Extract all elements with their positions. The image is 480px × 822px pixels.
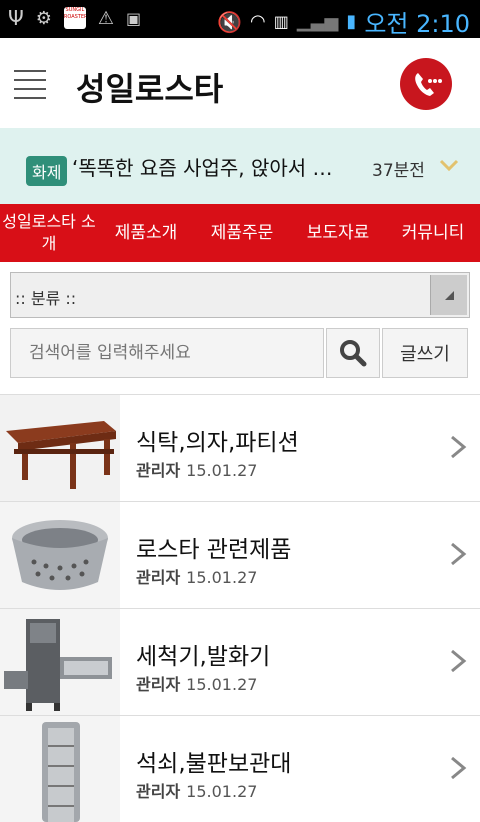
page-title: 성일로스타 — [76, 70, 224, 108]
menu-item-order[interactable]: 제품주문 — [194, 204, 290, 262]
list-item[interactable]: 석쇠,불판보관대 관리자 15.01.27 — [0, 715, 480, 822]
category-select-value: :: 분류 :: — [15, 289, 77, 308]
search-button[interactable] — [326, 328, 380, 378]
item-title: 로스타 관련제품 — [136, 537, 292, 563]
item-meta: 관리자 15.01.27 — [136, 671, 257, 695]
menu-item-about[interactable]: 성일로스타 소개 — [0, 204, 98, 262]
menu-item-community[interactable]: 커뮤니티 — [386, 204, 480, 262]
menu-icon[interactable] — [14, 70, 46, 99]
chevron-right-icon — [451, 435, 467, 459]
chevron-right-icon — [451, 542, 467, 566]
item-author: 관리자 — [136, 675, 181, 694]
product-thumbnail — [0, 716, 120, 822]
warning-icon: ⚠ — [97, 7, 115, 29]
mute-icon: 🔇 — [217, 9, 243, 34]
roaster-image — [0, 502, 120, 608]
search-icon — [340, 340, 367, 367]
usb-icon: Ψ — [8, 6, 24, 30]
menu-item-products[interactable]: 제품소개 — [98, 204, 194, 262]
product-thumbnail — [0, 502, 120, 608]
clock: 오전 2:10 — [364, 10, 470, 38]
item-title: 세척기,발화기 — [136, 644, 271, 670]
item-date: 15.01.27 — [186, 461, 258, 480]
android-debug-icon: ⚙ — [35, 7, 52, 29]
item-meta: 관리자 15.01.27 — [136, 778, 257, 802]
chevron-right-icon — [451, 649, 467, 673]
app-notification-icon: SUNGIL ROASTER — [63, 7, 86, 29]
dropdown-arrow-icon[interactable] — [430, 275, 467, 315]
item-author: 관리자 — [136, 568, 181, 587]
system-icons: 🔇 ◠ ▥ ▁▃▅ ▮ 오전 2:10 — [217, 4, 470, 39]
phone-icon — [415, 73, 442, 96]
product-thumbnail — [0, 395, 120, 501]
washer-image — [0, 609, 120, 715]
usb-storage-icon: ▣ — [126, 8, 142, 28]
product-list: 식탁,의자,파티션 관리자 15.01.27 로스타 관련제품 관리자 15.0… — [0, 394, 480, 822]
chevron-down-icon[interactable] — [438, 154, 460, 176]
list-item[interactable]: 로스타 관련제품 관리자 15.01.27 — [0, 501, 480, 608]
item-date: 15.01.27 — [186, 675, 258, 694]
item-date: 15.01.27 — [186, 782, 258, 801]
list-item[interactable]: 식탁,의자,파티션 관리자 15.01.27 — [0, 394, 480, 501]
menu-item-press[interactable]: 보도자료 — [290, 204, 386, 262]
item-title: 석쇠,불판보관대 — [136, 751, 292, 777]
wifi-icon: ◠ — [250, 11, 266, 32]
main-menu: 성일로스타 소개 제품소개 제품주문 보도자료 커뮤니티 — [0, 204, 480, 262]
filter-area: :: 분류 :: 글쓰기 — [0, 262, 480, 392]
item-meta: 관리자 15.01.27 — [136, 457, 257, 481]
category-select[interactable]: :: 분류 :: — [10, 272, 470, 318]
call-button[interactable] — [400, 58, 452, 110]
sim-icon: ▥ — [273, 12, 289, 31]
item-author: 관리자 — [136, 461, 181, 480]
ticker-headline[interactable]: ‘똑똑한 요즘 사업주, 앉아서 … — [72, 152, 333, 181]
status-bar: Ψ ⚙ SUNGIL ROASTER ⚠ ▣ 🔇 ◠ ▥ ▁▃▅ ▮ 오전 2:… — [0, 0, 480, 38]
app-header: 성일로스타 — [0, 38, 480, 129]
list-item[interactable]: 세척기,발화기 관리자 15.01.27 — [0, 608, 480, 715]
table-image — [0, 395, 120, 501]
search-input[interactable] — [10, 328, 324, 378]
news-ticker[interactable]: 화제 ‘똑똑한 요즘 사업주, 앉아서 … 37분전 — [0, 128, 480, 204]
search-row: 글쓰기 — [10, 328, 470, 378]
ticker-time: 37분전 — [372, 161, 425, 181]
battery-icon: ▮ — [346, 11, 357, 32]
notification-icons: Ψ ⚙ SUNGIL ROASTER ⚠ ▣ — [8, 6, 141, 30]
item-author: 관리자 — [136, 782, 181, 801]
item-title: 식탁,의자,파티션 — [136, 430, 299, 456]
rack-image — [0, 716, 120, 822]
write-button[interactable]: 글쓰기 — [382, 328, 468, 378]
item-meta: 관리자 15.01.27 — [136, 564, 257, 588]
product-thumbnail — [0, 609, 120, 715]
ticker-tag: 화제 — [26, 156, 68, 186]
chevron-right-icon — [451, 756, 467, 780]
signal-icon: ▁▃▅ — [296, 11, 339, 32]
item-date: 15.01.27 — [186, 568, 258, 587]
